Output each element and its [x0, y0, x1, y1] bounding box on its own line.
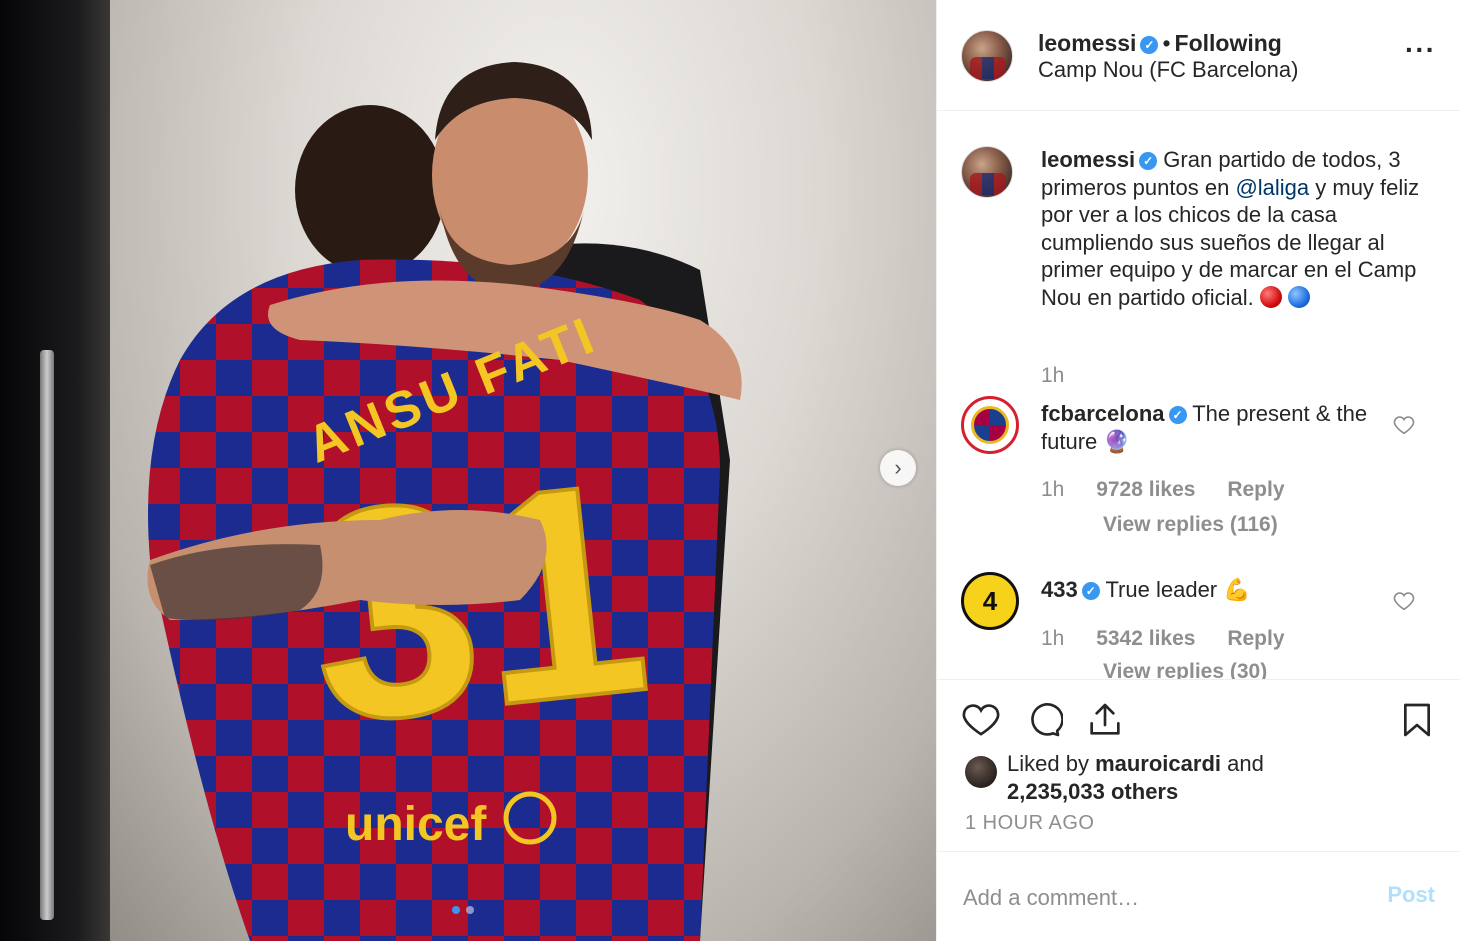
comment-meta: 1h 9728 likes Reply — [1041, 478, 1311, 502]
add-comment-bar: Post — [937, 851, 1460, 941]
verified-badge-icon: ✓ — [1139, 152, 1158, 171]
liked-by-prefix: Liked by — [1007, 751, 1096, 776]
fcb-crest-icon — [971, 406, 1009, 444]
comment-text: fcbarcelona ✓ The present & the future 🔮 — [1041, 400, 1386, 455]
comment-likes[interactable]: 9728 likes — [1096, 478, 1195, 501]
comment-bubble-icon[interactable] — [1023, 700, 1063, 740]
comment-input[interactable] — [963, 882, 1363, 914]
reply-button[interactable]: Reply — [1227, 627, 1284, 650]
433-avatar[interactable]: 4 — [961, 572, 1019, 630]
caption-username[interactable]: leomessi — [1041, 147, 1135, 172]
post-comment-button[interactable]: Post — [1387, 882, 1435, 908]
svg-text:unicef: unicef — [345, 798, 487, 851]
verified-badge-icon: ✓ — [1140, 35, 1159, 54]
share-upload-icon[interactable] — [1085, 700, 1125, 740]
verified-badge-icon: ✓ — [1081, 582, 1100, 601]
chevron-right-icon: › — [894, 455, 902, 480]
author-line: leomessi ✓ • Following — [1038, 30, 1282, 57]
post-photo[interactable]: 31 ANSU FATI unicef › — [0, 0, 936, 941]
comments-list[interactable]: leomessi ✓ Gran partido de todos, 3 prime… — [937, 112, 1460, 679]
liked-by-text: Liked by mauroicardi and 2,235,033 other… — [1007, 750, 1437, 806]
carousel-dot — [466, 906, 474, 914]
liked-by-avatar[interactable] — [965, 756, 997, 788]
comment-time: 1h — [1041, 627, 1065, 650]
crystal-ball-emoji-icon: 🔮 — [1103, 428, 1131, 454]
comment-meta: 1h 5342 likes Reply — [1041, 627, 1311, 651]
liked-by-and: and — [1221, 751, 1264, 776]
fcbarcelona-avatar[interactable] — [961, 396, 1019, 454]
following-button[interactable]: Following — [1175, 30, 1282, 56]
carousel-dot-active — [452, 906, 460, 914]
more-options-icon[interactable]: ··· — [1405, 36, 1436, 64]
caption-avatar[interactable] — [961, 146, 1013, 198]
red-circle-emoji-icon — [1259, 285, 1282, 308]
comment-time: 1h — [1041, 478, 1065, 501]
separator-dot: • — [1162, 30, 1171, 56]
author-username[interactable]: leomessi — [1038, 30, 1136, 56]
view-replies-button[interactable]: View replies (116) — [1103, 513, 1278, 537]
verified-badge-icon: ✓ — [1168, 406, 1187, 425]
carousel-indicator — [452, 906, 474, 914]
liked-by-others[interactable]: 2,235,033 others — [1007, 779, 1178, 804]
reply-button[interactable]: Reply — [1227, 478, 1284, 501]
like-comment-heart-icon[interactable] — [1393, 590, 1415, 612]
flexed-biceps-emoji-icon: 💪 — [1223, 577, 1251, 602]
blue-circle-emoji-icon — [1287, 285, 1310, 308]
photo-illustration: 31 ANSU FATI unicef — [147, 62, 742, 941]
like-heart-icon[interactable] — [961, 700, 1001, 740]
post-actions: Liked by mauroicardi and 2,235,033 other… — [937, 679, 1460, 851]
post-header: leomessi ✓ • Following Camp Nou (FC Barcelo… — [937, 0, 1460, 111]
caption-text: leomessi ✓ Gran partido de todos, 3 prime… — [1041, 146, 1421, 311]
save-bookmark-icon[interactable] — [1397, 700, 1437, 740]
author-avatar[interactable] — [961, 30, 1013, 82]
liked-by-user[interactable]: mauroicardi — [1095, 751, 1221, 776]
like-comment-heart-icon[interactable] — [1393, 414, 1415, 436]
caption-time: 1h — [1041, 364, 1065, 387]
comment-username[interactable]: fcbarcelona — [1041, 401, 1165, 426]
comment-text: 433 ✓ True leader 💪 — [1041, 576, 1386, 604]
post-timestamp[interactable]: 1 HOUR AGO — [965, 812, 1094, 835]
next-photo-button[interactable]: › — [880, 450, 916, 486]
comment-body: True leader — [1105, 577, 1218, 602]
comment-username[interactable]: 433 — [1041, 577, 1078, 602]
view-replies-button[interactable]: View replies (30) — [1103, 660, 1267, 679]
mention-link[interactable]: @laliga — [1235, 175, 1309, 200]
post-sidebar: leomessi ✓ • Following Camp Nou (FC Barcelo… — [936, 0, 1460, 941]
post-location[interactable]: Camp Nou (FC Barcelona) — [1038, 57, 1298, 83]
comment-likes[interactable]: 5342 likes — [1096, 627, 1195, 650]
